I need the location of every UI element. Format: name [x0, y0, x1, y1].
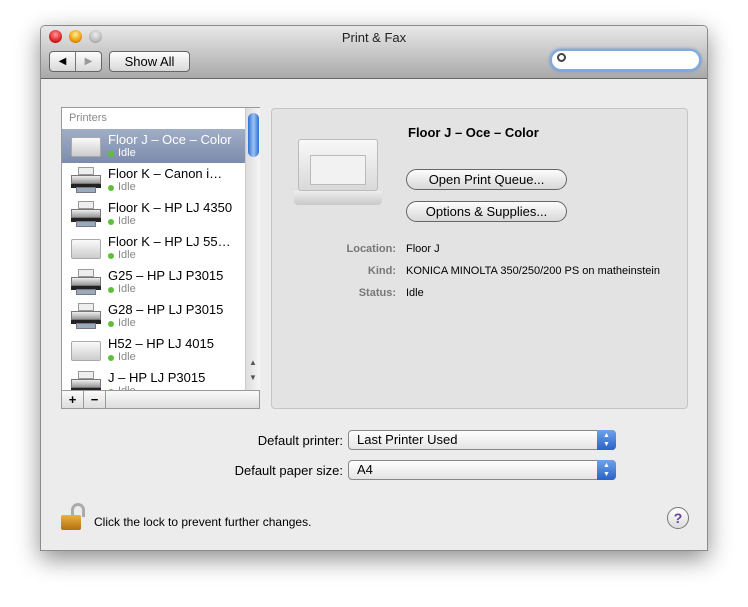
- printer-list: Printers Floor J – Oce – Color Idle Floo…: [61, 107, 260, 409]
- printer-name: G25 – HP LJ P3015: [108, 268, 224, 283]
- laser-printer-icon: [70, 235, 102, 261]
- kind-label: Kind:: [367, 265, 396, 277]
- window-title: Print & Fax: [341, 30, 407, 45]
- lock-text: Click the lock to prevent further change…: [94, 515, 312, 529]
- open-print-queue-button[interactable]: Open Print Queue...: [406, 169, 567, 190]
- remove-printer-button[interactable]: −: [84, 391, 106, 408]
- default-printer-label: Default printer:: [257, 433, 343, 448]
- scroll-up-arrow[interactable]: ▲: [249, 358, 257, 367]
- options-supplies-button[interactable]: Options & Supplies...: [406, 201, 567, 222]
- laser-printer-icon: [70, 133, 102, 159]
- default-paper-select[interactable]: A4 ▲ ▼: [348, 460, 616, 480]
- kind-value: KONICA MINOLTA 350/250/200 PS on mathein…: [406, 265, 660, 277]
- printer-status: Idle: [118, 317, 136, 329]
- default-paper-value: A4: [357, 462, 373, 477]
- inkjet-printer-icon: [70, 201, 102, 227]
- status-value: Idle: [406, 287, 424, 299]
- show-all-button[interactable]: Show All: [109, 51, 190, 72]
- list-footer: + −: [62, 390, 259, 408]
- status-dot-icon: [108, 321, 114, 327]
- print-fax-window: Print & Fax ◀ ▶ Show All Printers Floor …: [40, 25, 708, 551]
- default-printer-value: Last Printer Used: [357, 432, 458, 447]
- chevron-updown-icon: ▲ ▼: [597, 460, 616, 480]
- inkjet-printer-icon: [70, 167, 102, 193]
- status-dot-icon: [108, 185, 114, 191]
- scroll-thumb[interactable]: [248, 113, 259, 157]
- laser-printer-icon: [294, 139, 382, 207]
- printer-list-item[interactable]: G25 – HP LJ P3015 Idle: [62, 265, 245, 299]
- printer-list-item[interactable]: G28 – HP LJ P3015 Idle: [62, 299, 245, 333]
- inkjet-printer-icon: [70, 269, 102, 295]
- printer-name-heading: Floor J – Oce – Color: [408, 125, 539, 140]
- status-dot-icon: [108, 253, 114, 259]
- printer-status: Idle: [118, 215, 136, 227]
- help-button[interactable]: ?: [667, 507, 689, 529]
- printer-list-item[interactable]: Floor K – HP LJ 4350 Idle: [62, 197, 245, 231]
- status-dot-icon: [108, 151, 114, 157]
- back-button[interactable]: ◀: [50, 52, 76, 71]
- status-dot-icon: [108, 355, 114, 361]
- printer-list-item[interactable]: Floor K – Canon i… Idle: [62, 163, 245, 197]
- printer-name: G28 – HP LJ P3015: [108, 302, 224, 317]
- printer-detail-panel: Floor J – Oce – Color Open Print Queue..…: [271, 108, 688, 409]
- printer-list-item[interactable]: H52 – HP LJ 4015 Idle: [62, 333, 245, 367]
- lock-icon[interactable]: [61, 503, 87, 531]
- nav-buttons: ◀ ▶: [49, 51, 102, 72]
- forward-button[interactable]: ▶: [76, 52, 101, 71]
- status-label: Status:: [358, 287, 396, 299]
- search-icon: [557, 53, 566, 62]
- printer-name: H52 – HP LJ 4015: [108, 336, 214, 351]
- printer-status: Idle: [118, 249, 136, 261]
- printer-status: Idle: [118, 283, 136, 295]
- chevron-updown-icon: ▲ ▼: [597, 430, 616, 450]
- location-label: Location:: [346, 243, 397, 255]
- hp-printer-icon: [70, 337, 102, 363]
- list-header: Printers: [69, 112, 107, 124]
- printer-name: Floor K – Canon i…: [108, 166, 223, 181]
- printer-name: Floor J – Oce – Color: [108, 132, 232, 147]
- scrollbar[interactable]: ▲ ▼: [245, 108, 260, 390]
- printer-list-item[interactable]: Floor K – HP LJ 55… Idle: [62, 231, 245, 265]
- printer-status: Idle: [118, 147, 136, 159]
- location-value: Floor J: [406, 243, 440, 255]
- status-dot-icon: [108, 287, 114, 293]
- add-printer-button[interactable]: +: [62, 391, 84, 408]
- scroll-down-arrow[interactable]: ▼: [249, 373, 257, 382]
- printer-status: Idle: [118, 351, 136, 363]
- status-dot-icon: [108, 219, 114, 225]
- printer-name: Floor K – HP LJ 55…: [108, 234, 231, 249]
- printer-name: J – HP LJ P3015: [108, 370, 206, 385]
- printer-list-item[interactable]: Floor J – Oce – Color Idle: [62, 129, 245, 163]
- printer-status: Idle: [118, 181, 136, 193]
- search-input[interactable]: [550, 49, 701, 71]
- default-paper-label: Default paper size:: [234, 463, 343, 478]
- toolbar: Print & Fax ◀ ▶ Show All: [41, 26, 707, 79]
- default-printer-select[interactable]: Last Printer Used ▲ ▼: [348, 430, 616, 450]
- inkjet-printer-icon: [70, 303, 102, 329]
- printer-name: Floor K – HP LJ 4350: [108, 200, 233, 215]
